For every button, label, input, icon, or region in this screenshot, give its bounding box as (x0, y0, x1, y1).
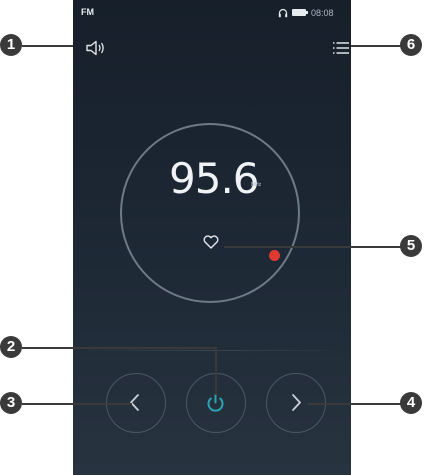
callout-2: 2 (0, 336, 22, 358)
callout-4: 4 (400, 392, 422, 414)
status-time: 08:08 (311, 8, 334, 18)
heart-icon (203, 235, 219, 249)
frequency-display: 95.6 MHz (169, 146, 289, 206)
app-label: FM (81, 7, 94, 17)
speaker-button[interactable] (85, 38, 107, 58)
callout-4-line (308, 403, 402, 405)
callout-3: 3 (0, 392, 22, 414)
battery-icon (292, 9, 308, 16)
callout-1-line (22, 45, 73, 47)
callout-5: 5 (400, 235, 422, 257)
callout-6: 6 (400, 34, 422, 56)
frequency-value: 95.6 (169, 154, 260, 203)
station-list-button[interactable] (330, 38, 351, 58)
status-bar: FM 08:08 (73, 0, 351, 22)
callout-1: 1 (0, 34, 22, 56)
callout-2-line (22, 347, 216, 349)
frequency-unit: MHz (251, 182, 262, 188)
speaker-icon (86, 40, 104, 56)
callout-2-drop (215, 347, 217, 395)
favorite-button[interactable] (201, 232, 221, 252)
callout-5-line (224, 246, 402, 248)
callout-6-line (351, 45, 402, 47)
callout-3-line (22, 403, 132, 405)
tuning-indicator[interactable] (269, 250, 280, 261)
headphone-icon (278, 8, 288, 18)
list-menu-icon (333, 42, 349, 54)
divider (73, 350, 351, 351)
